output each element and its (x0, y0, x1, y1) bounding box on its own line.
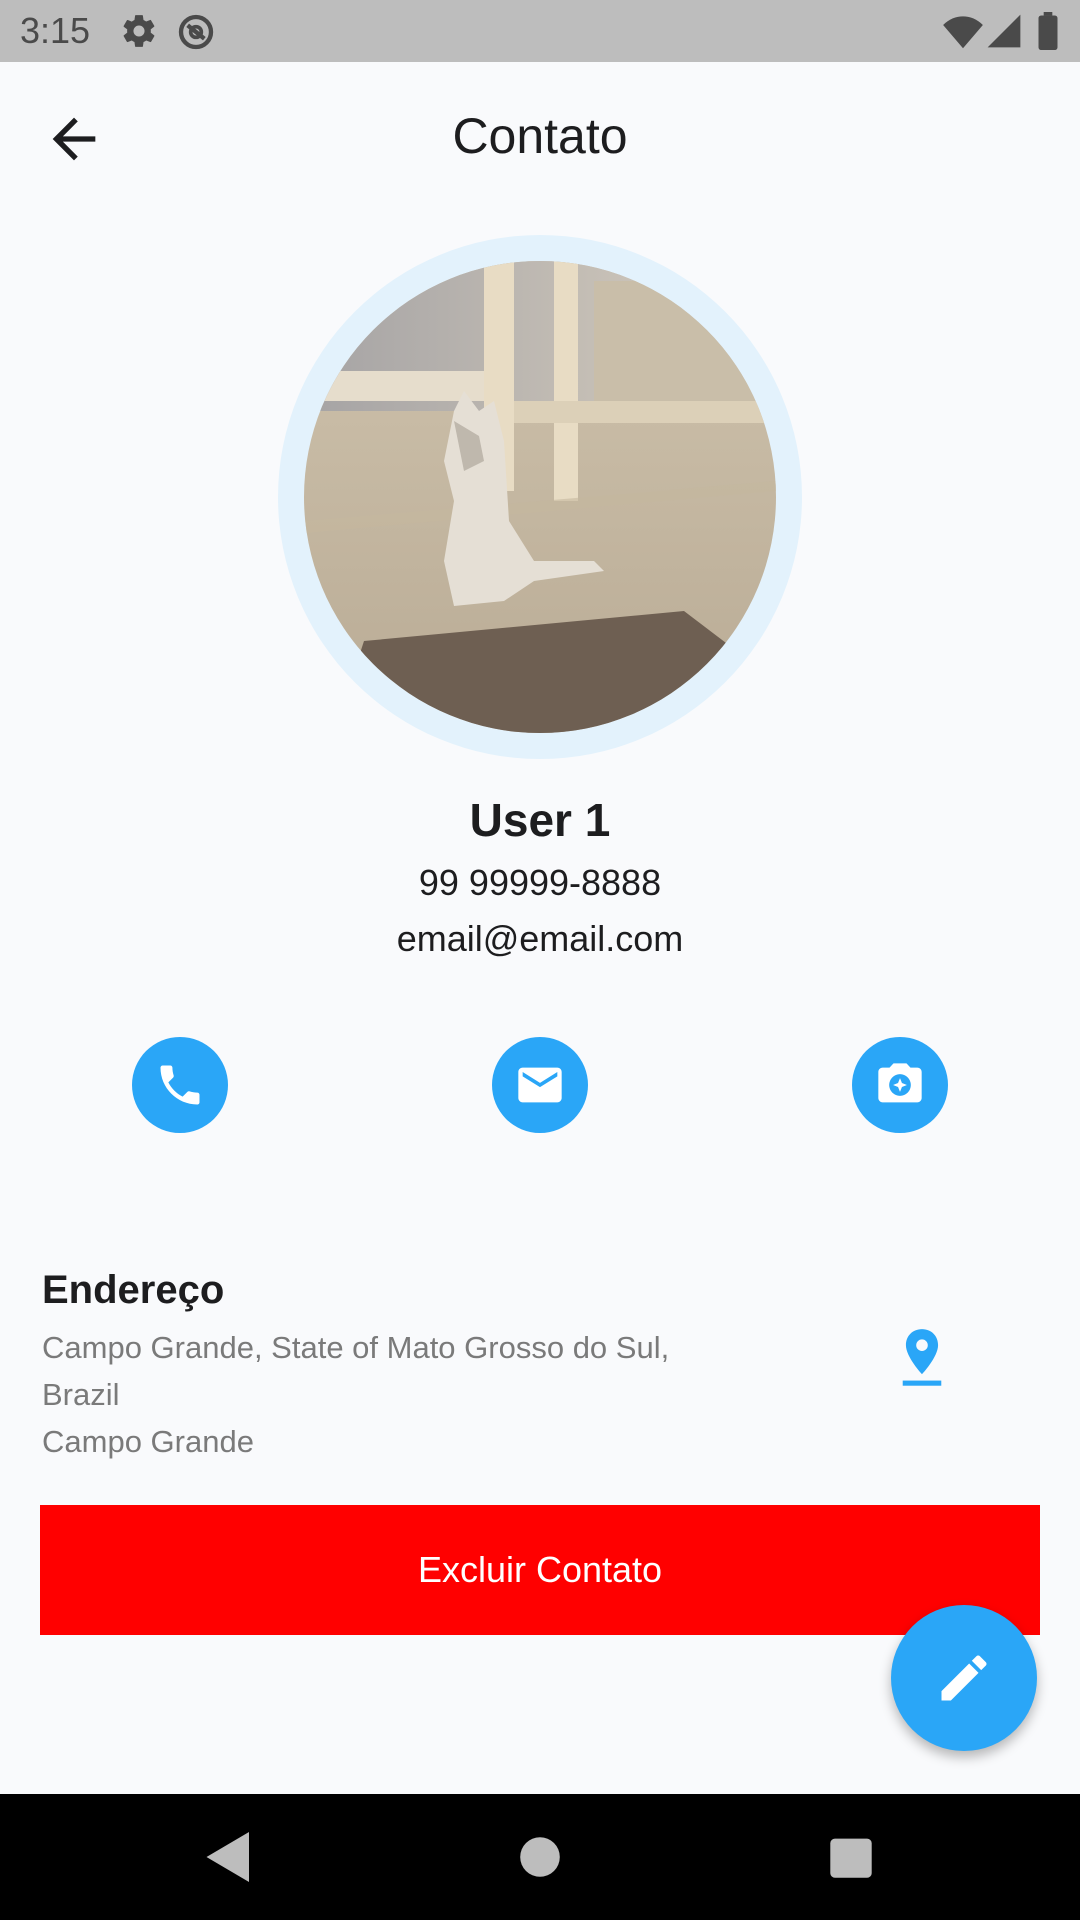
avatar[interactable] (304, 261, 776, 733)
phone-icon (160, 1065, 200, 1105)
contact-email: email@email.com (396, 918, 684, 959)
battery-icon (1038, 12, 1058, 50)
signal-icon (987, 14, 1021, 48)
nav-home-icon[interactable] (518, 1829, 562, 1885)
edit-pencil-icon (941, 1655, 987, 1701)
avatar-photo (304, 261, 776, 733)
status-bar: 3:15 (0, 0, 1080, 62)
settings-icon (123, 15, 155, 47)
call-button[interactable] (132, 1037, 228, 1133)
address-title: Endereço (42, 1268, 225, 1312)
contact-phone: 99 99999-8888 (418, 862, 662, 903)
edit-fab[interactable] (891, 1605, 1037, 1751)
map-pin-icon[interactable] (895, 1327, 949, 1387)
delete-contact-button[interactable]: Excluir Contato (40, 1505, 1040, 1635)
email-button[interactable] (492, 1037, 588, 1133)
system-nav-bar (0, 1794, 1080, 1920)
status-time: 3:15 (20, 10, 91, 51)
nav-back-icon[interactable] (204, 1829, 254, 1885)
camera-icon (878, 1063, 922, 1103)
camera-button[interactable] (852, 1037, 948, 1133)
address-line: Campo Grande, State of Mato Grosso do Su… (42, 1330, 670, 1365)
app-bar: Contato (0, 62, 1080, 212)
avatar-ring (278, 235, 802, 759)
address-line: Campo Grande (42, 1424, 254, 1459)
wifi-icon (943, 16, 983, 49)
address-line: Brazil (42, 1377, 120, 1412)
contact-name: User 1 (469, 794, 611, 846)
page-title: Contato (452, 108, 628, 164)
email-icon (518, 1067, 562, 1103)
nav-recents-icon[interactable] (828, 1829, 874, 1885)
do-not-disturb-icon (178, 14, 214, 50)
